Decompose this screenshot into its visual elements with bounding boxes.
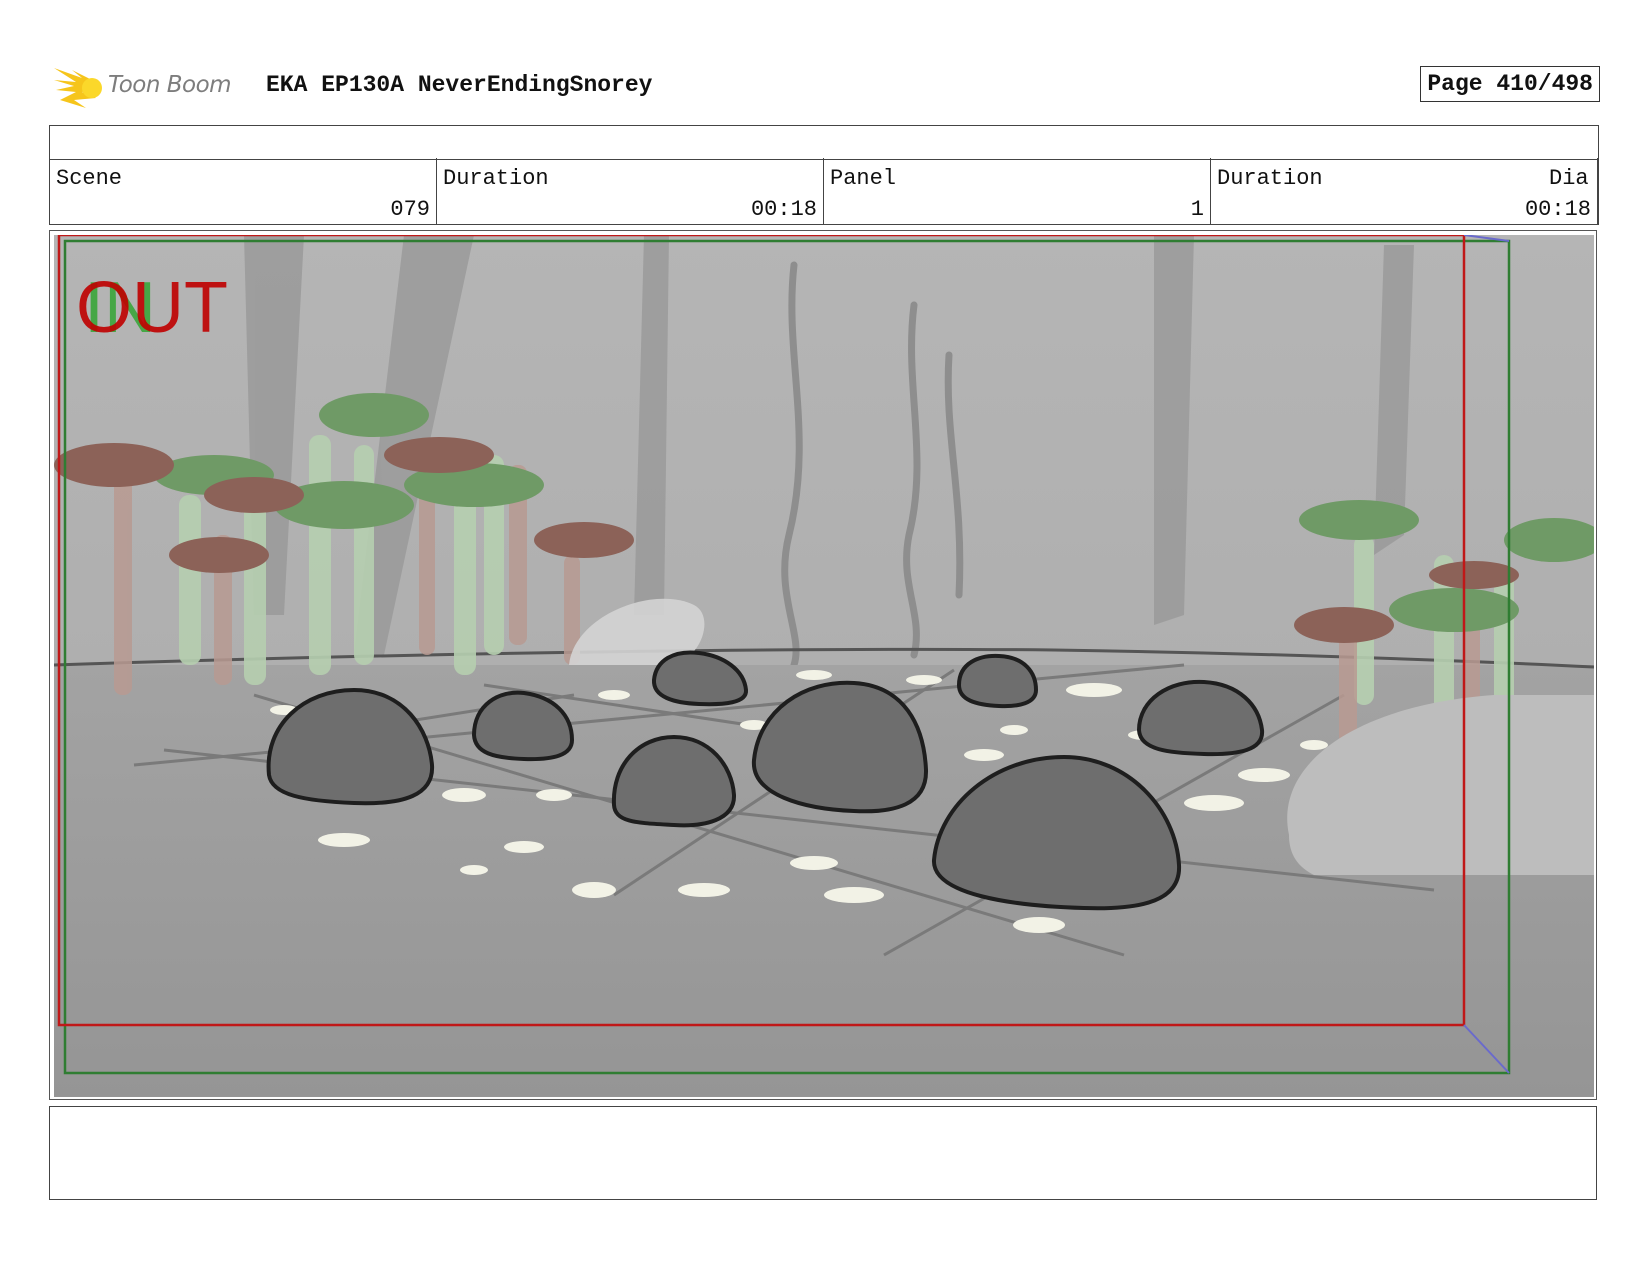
dialogue-label: Dia [1549, 166, 1589, 191]
starburst-icon [54, 68, 102, 108]
logo-text: Toon Boom [108, 72, 232, 98]
scene-duration-label: Duration [443, 166, 549, 191]
panel-label: Panel [830, 166, 897, 191]
document-title: EKA EP130A NeverEndingSnorey [266, 72, 653, 98]
scene-duration-value: 00:18 [750, 197, 817, 222]
scene-cell: Scene 079 [50, 158, 437, 224]
panel-value: 1 [1190, 197, 1204, 222]
scene-value: 079 [390, 197, 430, 222]
panel-duration-label: Duration [1217, 166, 1323, 191]
panel-duration-value: 00:18 [1524, 197, 1591, 222]
scene-duration-cell: Duration 00:18 [437, 158, 824, 224]
page-header: Toon Boom EKA EP130A NeverEndingSnorey P… [52, 58, 1600, 118]
panel-info-row: Scene 079 Duration 00:18 Panel 1 Duratio… [49, 158, 1599, 225]
page-number: Page 410/498 [1420, 66, 1600, 102]
scene-label: Scene [56, 166, 123, 191]
panel-duration-cell: Duration 00:18 [1211, 158, 1598, 224]
panel-cell: Panel 1 [824, 158, 1211, 224]
panel-notes-box [49, 1106, 1597, 1200]
blank-header-row [49, 125, 1599, 160]
toon-boom-logo: Toon Boom [52, 60, 252, 112]
out-frame-label: OUT [76, 268, 228, 348]
storyboard-drawing [54, 235, 1594, 1097]
